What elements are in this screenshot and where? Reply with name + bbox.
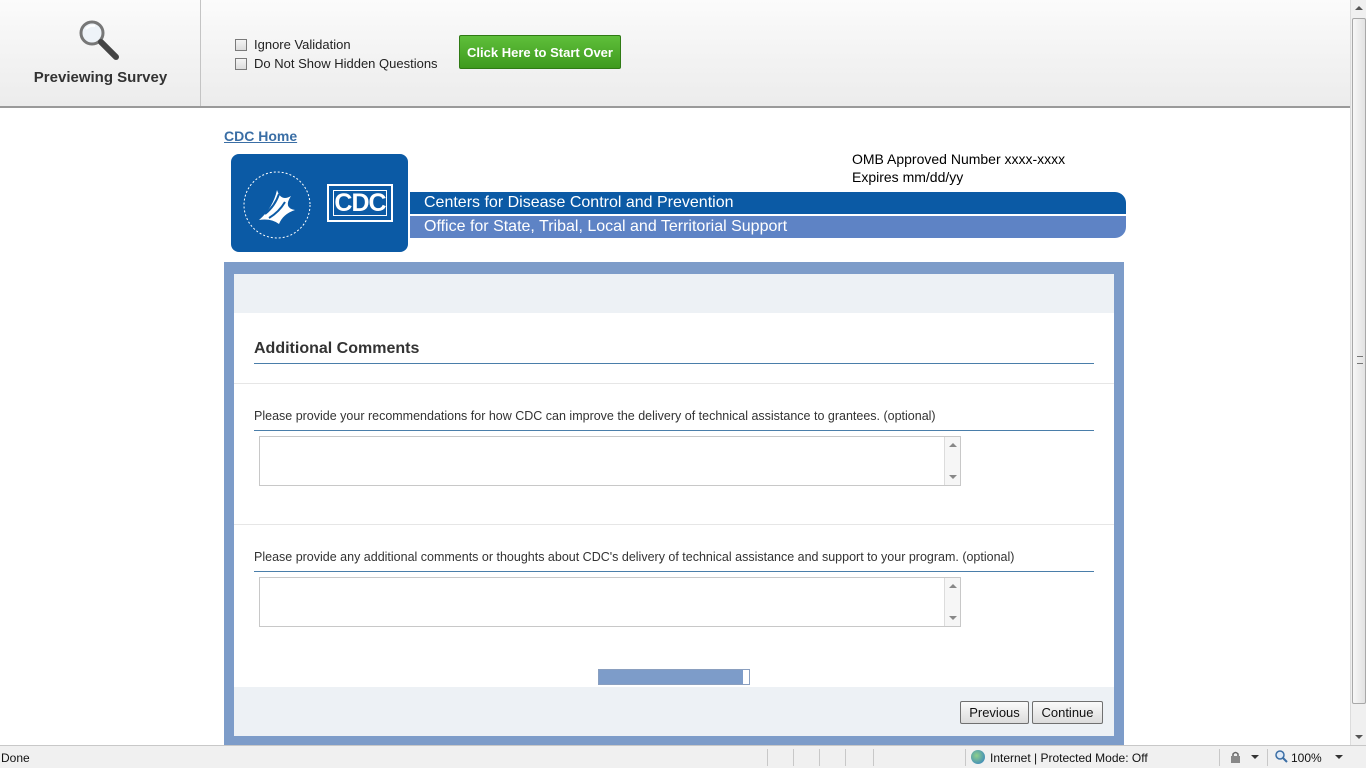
scroll-down-icon[interactable] (949, 616, 957, 620)
preview-title: Previewing Survey (33, 69, 168, 86)
omb-number: OMB Approved Number xxxx-xxxx (852, 151, 1066, 167)
browser-status-bar: Done Internet | Protected Mode: Off 100% (0, 745, 1366, 768)
cdc-logo: CDC (231, 154, 408, 252)
question-1-label: Please provide your recommendations for … (254, 409, 936, 423)
grip-icon (1357, 356, 1363, 364)
progress-bar (598, 669, 750, 685)
preview-toolbar: Previewing Survey Ignore Validation Do N… (0, 0, 1350, 108)
previous-button[interactable]: Previous (960, 701, 1029, 724)
separator (234, 524, 1114, 525)
scroll-down-icon[interactable] (1355, 735, 1363, 739)
section-divider (254, 363, 1094, 364)
hhs-seal-icon (243, 171, 311, 239)
question-2-textarea[interactable] (259, 577, 961, 627)
question-2-divider (254, 571, 1094, 572)
banner-office-name: Office for State, Tribal, Local and Terr… (410, 216, 1126, 238)
status-text: Done (1, 751, 30, 765)
start-over-button[interactable]: Click Here to Start Over (459, 35, 621, 69)
section-title: Additional Comments (254, 340, 420, 357)
textarea-scrollbar[interactable] (944, 437, 960, 485)
chevron-down-icon[interactable] (1251, 755, 1259, 759)
question-1-divider (254, 430, 1094, 431)
status-pane-divider (845, 749, 846, 766)
question-2-label: Please provide any additional comments o… (254, 550, 1015, 564)
status-pane-divider (767, 749, 768, 766)
chevron-down-icon[interactable] (1335, 755, 1343, 759)
zoom-level[interactable]: 100% (1291, 751, 1322, 765)
hide-hidden-questions-label: Do Not Show Hidden Questions (254, 56, 438, 71)
preview-header: Previewing Survey (0, 0, 201, 106)
progress-fill (599, 670, 743, 684)
textarea-scrollbar[interactable] (944, 578, 960, 626)
status-pane-divider (1219, 749, 1220, 766)
scroll-up-icon[interactable] (949, 584, 957, 588)
survey-panel: Additional Comments Please provide your … (234, 274, 1114, 736)
continue-button[interactable]: Continue (1032, 701, 1103, 724)
scroll-up-icon[interactable] (949, 443, 957, 447)
ignore-validation-label: Ignore Validation (254, 37, 351, 52)
status-pane-divider (965, 749, 966, 766)
cdc-wordmark: CDC (327, 184, 393, 222)
globe-icon (971, 750, 985, 764)
cdc-logo-text: CDC (333, 188, 387, 217)
banner-agency-name: Centers for Disease Control and Preventi… (410, 192, 1126, 214)
zoom-icon[interactable] (1275, 750, 1288, 763)
status-pane-divider (793, 749, 794, 766)
security-zone[interactable]: Internet | Protected Mode: Off (990, 751, 1148, 765)
checkbox-box[interactable] (235, 57, 247, 70)
survey-panel-header (234, 274, 1114, 313)
question-1-textarea[interactable] (259, 436, 961, 486)
separator (234, 383, 1114, 384)
status-pane-divider (1267, 749, 1268, 766)
scroll-up-icon[interactable] (1355, 6, 1363, 10)
omb-notice: OMB Approved Number xxxx-xxxx Expires mm… (852, 150, 1065, 186)
status-pane-divider (819, 749, 820, 766)
ignore-validation-checkbox[interactable]: Ignore Validation (235, 37, 351, 52)
magnifier-icon (79, 20, 119, 60)
status-pane-divider (873, 749, 874, 766)
cdc-home-link[interactable]: CDC Home (224, 128, 297, 144)
security-icon[interactable] (1229, 751, 1243, 763)
checkbox-box[interactable] (235, 38, 247, 51)
page-scrollbar[interactable] (1350, 0, 1366, 745)
omb-expiry: Expires mm/dd/yy (852, 169, 964, 185)
scrollbar-thumb[interactable] (1352, 18, 1366, 704)
hide-hidden-questions-checkbox[interactable]: Do Not Show Hidden Questions (235, 56, 438, 71)
scroll-down-icon[interactable] (949, 475, 957, 479)
